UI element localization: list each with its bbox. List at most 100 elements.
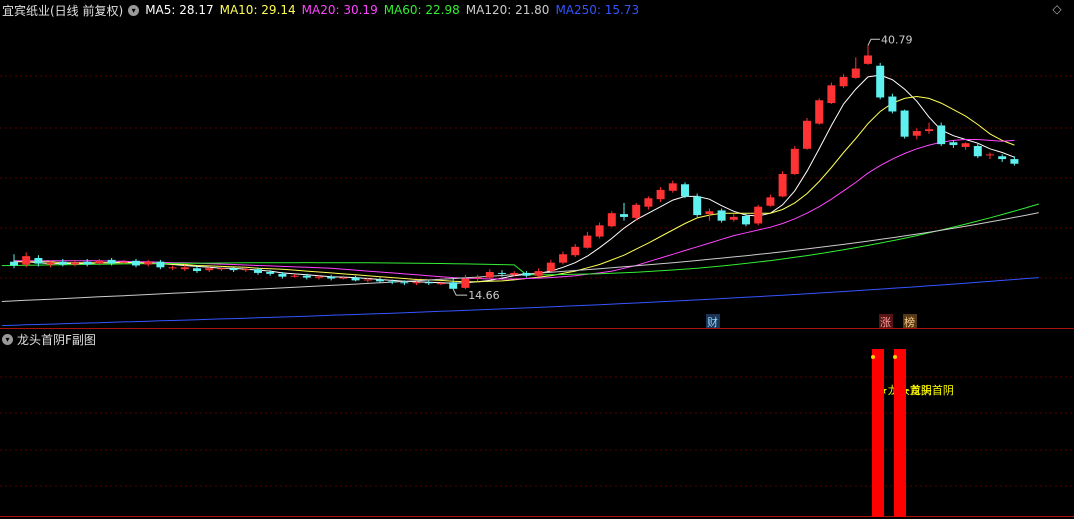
- candle-body: [790, 148, 799, 174]
- candle-body: [10, 261, 18, 266]
- candle-body: [632, 204, 641, 218]
- candle-body: [449, 282, 458, 289]
- ma10-line: [14, 95, 1015, 283]
- high-price-pointer: [867, 38, 880, 46]
- candle-body: [864, 55, 872, 64]
- candle-body: [290, 275, 299, 277]
- candle-body: [315, 276, 323, 278]
- candle-body: [34, 258, 43, 264]
- event-marker-text: 财: [707, 315, 718, 329]
- ma20-line: [14, 139, 1015, 280]
- candle-body: [534, 271, 543, 276]
- candle-body: [388, 281, 397, 283]
- candle-body: [107, 259, 116, 264]
- chevron-down-icon[interactable]: ▾: [2, 333, 13, 345]
- candle-body: [559, 254, 567, 263]
- candle-body: [912, 131, 921, 136]
- candle-body: [595, 225, 604, 237]
- candle-body: [668, 183, 677, 191]
- candle-body: [424, 282, 433, 284]
- candle-body: [986, 154, 994, 156]
- candle-body: [729, 216, 738, 220]
- candle-body: [485, 272, 494, 278]
- sub-chart: ★龙头首阴 ★龙头首阴: [871, 349, 954, 517]
- candle-body: [998, 156, 1007, 160]
- candle-body: [217, 268, 226, 270]
- candles: [10, 45, 1019, 290]
- candle-body: [180, 267, 189, 270]
- candle-body: [620, 214, 628, 217]
- candle-body: [900, 110, 909, 137]
- candle-body: [83, 261, 92, 265]
- candle-body: [95, 260, 104, 264]
- candle-body: [168, 267, 177, 269]
- candle-body: [302, 275, 311, 278]
- moving-average-lines: [1, 74, 1039, 327]
- candle-body: [400, 282, 409, 284]
- candle-body: [351, 277, 360, 281]
- signal-bar: [894, 349, 906, 517]
- signal-label: ★龙头首阴: [900, 383, 954, 397]
- event-marker-text: 榜: [904, 315, 915, 329]
- candle-body: [144, 261, 153, 265]
- signal-bar: [872, 349, 884, 517]
- candle-body: [937, 125, 946, 145]
- candle-body: [583, 235, 592, 248]
- candle-body: [742, 216, 750, 225]
- candle-body: [156, 261, 165, 268]
- candle-body: [693, 196, 702, 216]
- low-price-label: 14.66: [468, 289, 500, 302]
- candle-body: [461, 278, 470, 288]
- candle-body: [363, 279, 372, 281]
- candle-body: [644, 198, 653, 207]
- candle-body: [266, 272, 275, 274]
- candle-body: [766, 197, 775, 206]
- candle-body: [327, 276, 336, 279]
- candle-body: [803, 120, 811, 149]
- candle-body: [571, 246, 580, 256]
- candle-body: [839, 76, 848, 87]
- candle-body: [278, 273, 287, 277]
- event-markers[interactable]: 财 涨榜: [706, 314, 917, 329]
- candle-body: [827, 85, 836, 104]
- candle-body: [132, 260, 140, 266]
- candle-body: [339, 277, 348, 279]
- signal-dot: [893, 355, 897, 359]
- candle-body: [376, 279, 384, 282]
- sub-chart-title: 龙头首阴F副图: [17, 332, 96, 347]
- candle-body: [754, 206, 763, 224]
- candle-body: [656, 189, 665, 200]
- candle-body: [229, 268, 238, 271]
- candle-body: [717, 210, 726, 221]
- candle-body: [58, 261, 67, 265]
- candle-body: [1010, 159, 1019, 164]
- candle-body: [46, 262, 55, 265]
- candle-body: [498, 272, 506, 274]
- candle-body: [705, 211, 714, 215]
- candle-body: [71, 262, 79, 265]
- candle-body: [254, 269, 262, 273]
- high-price-label: 40.79: [881, 33, 913, 46]
- candle-body: [815, 100, 824, 124]
- candle-body: [241, 269, 250, 271]
- candlestick-chart: 40.79 14.66 财 涨榜 ★龙头首阴 ★龙头首阴: [0, 33, 1074, 517]
- event-marker-text: 涨: [880, 316, 891, 329]
- candle-body: [778, 174, 787, 197]
- candle-body: [681, 184, 689, 197]
- candle-body: [876, 65, 885, 98]
- candle-body: [437, 283, 445, 285]
- candle-body: [949, 142, 958, 146]
- candle-body: [205, 268, 214, 271]
- low-price-pointer: [452, 288, 468, 296]
- candle-body: [22, 256, 31, 265]
- candle-body: [412, 282, 421, 284]
- ma120-line: [1, 212, 1039, 302]
- grid-lines: [0, 75, 1074, 517]
- candle-body: [546, 262, 555, 272]
- candle-body: [973, 146, 982, 157]
- candle-body: [888, 96, 897, 112]
- candle-body: [851, 68, 860, 78]
- sub-chart-header: ▾ 龙头首阴F副图: [2, 331, 96, 347]
- candle-body: [961, 143, 970, 147]
- candle-body: [473, 277, 482, 279]
